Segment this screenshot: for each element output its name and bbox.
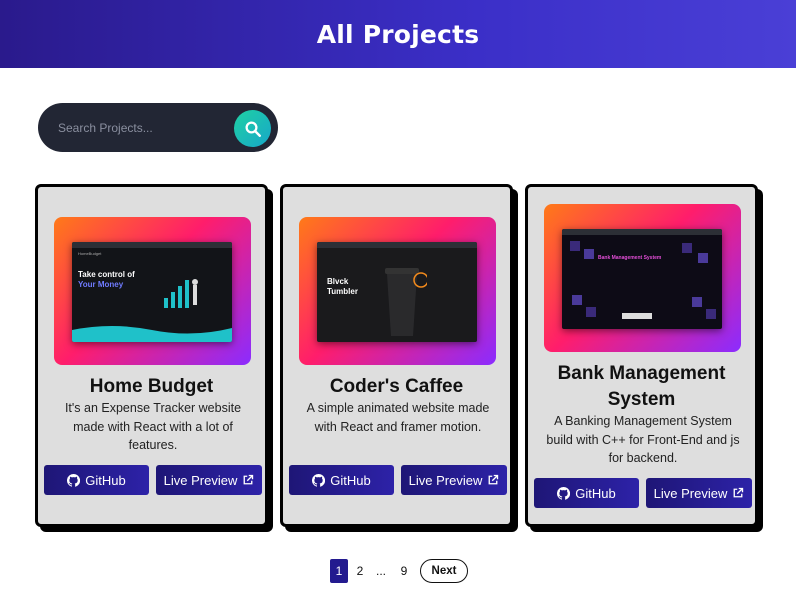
external-link-icon bbox=[733, 487, 744, 498]
thumb-headline: Take control of bbox=[78, 270, 135, 279]
github-label: GitHub bbox=[85, 472, 126, 488]
live-preview-label: Live Preview bbox=[163, 472, 238, 488]
github-icon bbox=[557, 486, 571, 500]
pagination-ellipsis: ... bbox=[375, 564, 386, 578]
thumb-headline: Bank Management System bbox=[598, 255, 662, 261]
github-label: GitHub bbox=[330, 472, 371, 488]
next-page-button[interactable]: Next bbox=[420, 559, 468, 583]
project-thumbnail[interactable]: Bank Management System bbox=[544, 204, 741, 352]
live-preview-label: Live Preview bbox=[653, 485, 728, 501]
thumbnail-screen: Blvck Tumbler bbox=[317, 242, 477, 342]
live-preview-button[interactable]: Live Preview bbox=[401, 465, 507, 495]
project-description: A simple animated website made with Reac… bbox=[306, 401, 490, 434]
project-card: Blvck Tumbler Coder's Caffee A simple an… bbox=[280, 184, 513, 527]
bar-chart-icon bbox=[164, 279, 198, 308]
project-card: Bank Management System Bank Management S… bbox=[525, 184, 758, 527]
live-preview-label: Live Preview bbox=[408, 472, 483, 488]
page-2-button[interactable]: 2 bbox=[352, 559, 368, 583]
page-1-button[interactable]: 1 bbox=[330, 559, 348, 583]
page-9-button[interactable]: 9 bbox=[396, 559, 412, 583]
live-preview-button[interactable]: Live Preview bbox=[156, 465, 262, 495]
live-preview-button[interactable]: Live Preview bbox=[646, 478, 752, 508]
github-button[interactable]: GitHub bbox=[534, 478, 639, 508]
search-icon bbox=[245, 121, 261, 137]
thumb-headline-accent: Your Money bbox=[78, 280, 124, 289]
project-title: Coder's Caffee bbox=[329, 376, 464, 397]
github-icon bbox=[67, 473, 81, 487]
github-button[interactable]: GitHub bbox=[44, 465, 149, 495]
project-description: A Banking Management System build with C… bbox=[546, 414, 740, 465]
project-card: HomeBudget Take control of Your Money Ho… bbox=[35, 184, 268, 527]
project-description: It's an Expense Tracker website made wit… bbox=[64, 401, 242, 452]
github-button[interactable]: GitHub bbox=[289, 465, 394, 495]
thumb-headline: Blvck bbox=[327, 277, 349, 286]
project-title: Home Budget bbox=[89, 376, 214, 397]
page-title: All Projects bbox=[316, 19, 480, 49]
thumbnail-screen: Bank Management System bbox=[562, 229, 722, 329]
thumb-brand: HomeBudget bbox=[78, 251, 102, 256]
github-icon bbox=[312, 473, 326, 487]
thumbnail-screen: HomeBudget Take control of Your Money bbox=[72, 242, 232, 342]
tumbler-image bbox=[385, 268, 427, 336]
search-button[interactable] bbox=[234, 110, 271, 147]
external-link-icon bbox=[243, 474, 254, 485]
wave-decoration bbox=[72, 326, 232, 342]
external-link-icon bbox=[488, 474, 499, 485]
project-thumbnail[interactable]: Blvck Tumbler bbox=[299, 217, 496, 365]
pixel-pattern bbox=[570, 241, 716, 319]
thumb-headline-2: Tumbler bbox=[327, 287, 358, 296]
search-input[interactable] bbox=[50, 115, 230, 140]
project-thumbnail[interactable]: HomeBudget Take control of Your Money bbox=[54, 217, 251, 365]
page-header: All Projects bbox=[0, 0, 796, 68]
project-title: Bank Management System bbox=[557, 363, 726, 410]
github-label: GitHub bbox=[575, 485, 616, 501]
